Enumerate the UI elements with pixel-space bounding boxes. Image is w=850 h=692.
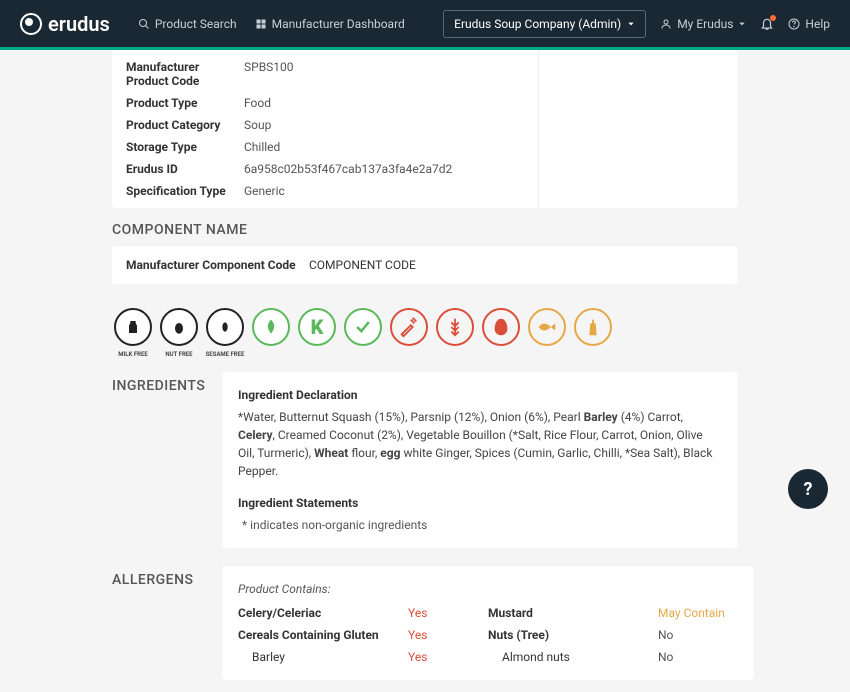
- egg-allergen-icon: [482, 308, 520, 346]
- product-details-card: Manufacturer Product CodeSPBS100Product …: [112, 50, 738, 208]
- nav-product-search[interactable]: Product Search: [138, 17, 237, 31]
- detail-value: Soup: [244, 118, 271, 132]
- detail-value: 6a958c02b53f467cab137a3fa4e2a7d2: [244, 162, 452, 176]
- allergen-value: May Contain: [658, 604, 738, 622]
- help-link[interactable]: Help: [788, 17, 830, 31]
- ingredients-title: INGREDIENTS: [112, 378, 202, 394]
- carrot-allergen-icon: [390, 308, 428, 346]
- brand-text: erudus: [48, 12, 110, 36]
- allergen-name: Nuts (Tree): [488, 626, 658, 644]
- detail-label: Product Category: [126, 118, 244, 132]
- brand-logo[interactable]: erudus: [20, 12, 110, 36]
- detail-value: Chilled: [244, 140, 280, 154]
- search-icon: [138, 18, 150, 30]
- detail-row: Manufacturer Product CodeSPBS100: [112, 56, 538, 92]
- component-code-value: COMPONENT CODE: [309, 258, 416, 272]
- allergen-value: Yes: [408, 626, 488, 644]
- allergens-title: ALLERGENS: [112, 572, 202, 588]
- mustard-allergen-icon: [574, 308, 612, 346]
- ingredient-statements-note: * indicates non-organic ingredients: [238, 516, 722, 534]
- allergen-value: Yes: [408, 648, 488, 666]
- notifications-button[interactable]: [760, 17, 774, 31]
- dietary-badges-row: MILK FREE NUT FREE SESAME FREE K: [112, 298, 738, 350]
- allergens-card: Product Contains: Celery/CeleriacYesMust…: [222, 566, 754, 680]
- ingredients-card: Ingredient Declaration *Water, Butternut…: [222, 372, 738, 548]
- detail-row: Product CategorySoup: [112, 114, 538, 136]
- detail-row: Erudus ID6a958c02b53f467cab137a3fa4e2a7d…: [112, 158, 538, 180]
- suitable-badge-1-icon: [252, 308, 290, 346]
- chevron-down-icon: [738, 20, 746, 28]
- component-name-title: COMPONENT NAME: [112, 222, 738, 238]
- gluten-allergen-icon: [436, 308, 474, 346]
- ingredient-statements-heading: Ingredient Statements: [238, 494, 722, 512]
- allergen-value: No: [658, 626, 738, 644]
- user-icon: [660, 18, 672, 30]
- detail-value: Generic: [244, 184, 285, 198]
- certified-badge-icon: [344, 308, 382, 346]
- kosher-badge-icon: K: [298, 308, 336, 346]
- nut-free-badge-icon: NUT FREE: [160, 308, 198, 346]
- allergen-value: Yes: [408, 604, 488, 622]
- allergen-name: Celery/Celeriac: [238, 604, 408, 622]
- product-contains-label: Product Contains:: [238, 580, 738, 598]
- notification-dot-icon: [770, 15, 776, 21]
- detail-label: Specification Type: [126, 184, 244, 198]
- ingredient-declaration-heading: Ingredient Declaration: [238, 386, 722, 404]
- detail-value: Food: [244, 96, 271, 110]
- ingredient-declaration-text: *Water, Butternut Squash (15%), Parsnip …: [238, 408, 722, 480]
- component-code-card: Manufacturer Component Code COMPONENT CO…: [112, 246, 738, 284]
- detail-row: Storage TypeChilled: [112, 136, 538, 158]
- allergen-name: Barley: [238, 648, 408, 666]
- detail-label: Erudus ID: [126, 162, 244, 176]
- my-erudus-link[interactable]: My Erudus: [660, 17, 746, 31]
- logo-mark-icon: [20, 13, 42, 35]
- help-fab-button[interactable]: ?: [788, 469, 828, 509]
- nav-manufacturer-dashboard[interactable]: Manufacturer Dashboard: [255, 17, 405, 31]
- milk-free-badge-icon: MILK FREE: [114, 308, 152, 346]
- help-icon: [788, 18, 800, 30]
- allergen-value: No: [658, 648, 738, 666]
- detail-value: SPBS100: [244, 60, 294, 88]
- detail-label: Storage Type: [126, 140, 244, 154]
- company-selector[interactable]: Erudus Soup Company (Admin): [443, 10, 646, 38]
- component-code-label: Manufacturer Component Code: [126, 258, 306, 272]
- allergen-name: Almond nuts: [488, 648, 658, 666]
- detail-label: Manufacturer Product Code: [126, 60, 244, 88]
- dashboard-icon: [255, 18, 267, 30]
- chevron-down-icon: [627, 20, 635, 28]
- top-navbar: erudus Product Search Manufacturer Dashb…: [0, 0, 850, 50]
- sesame-free-badge-icon: SESAME FREE: [206, 308, 244, 346]
- allergen-name: Mustard: [488, 604, 658, 622]
- allergen-name: Cereals Containing Gluten: [238, 626, 408, 644]
- detail-row: Product TypeFood: [112, 92, 538, 114]
- fish-allergen-icon: [528, 308, 566, 346]
- detail-row: Specification TypeGeneric: [112, 180, 538, 202]
- detail-label: Product Type: [126, 96, 244, 110]
